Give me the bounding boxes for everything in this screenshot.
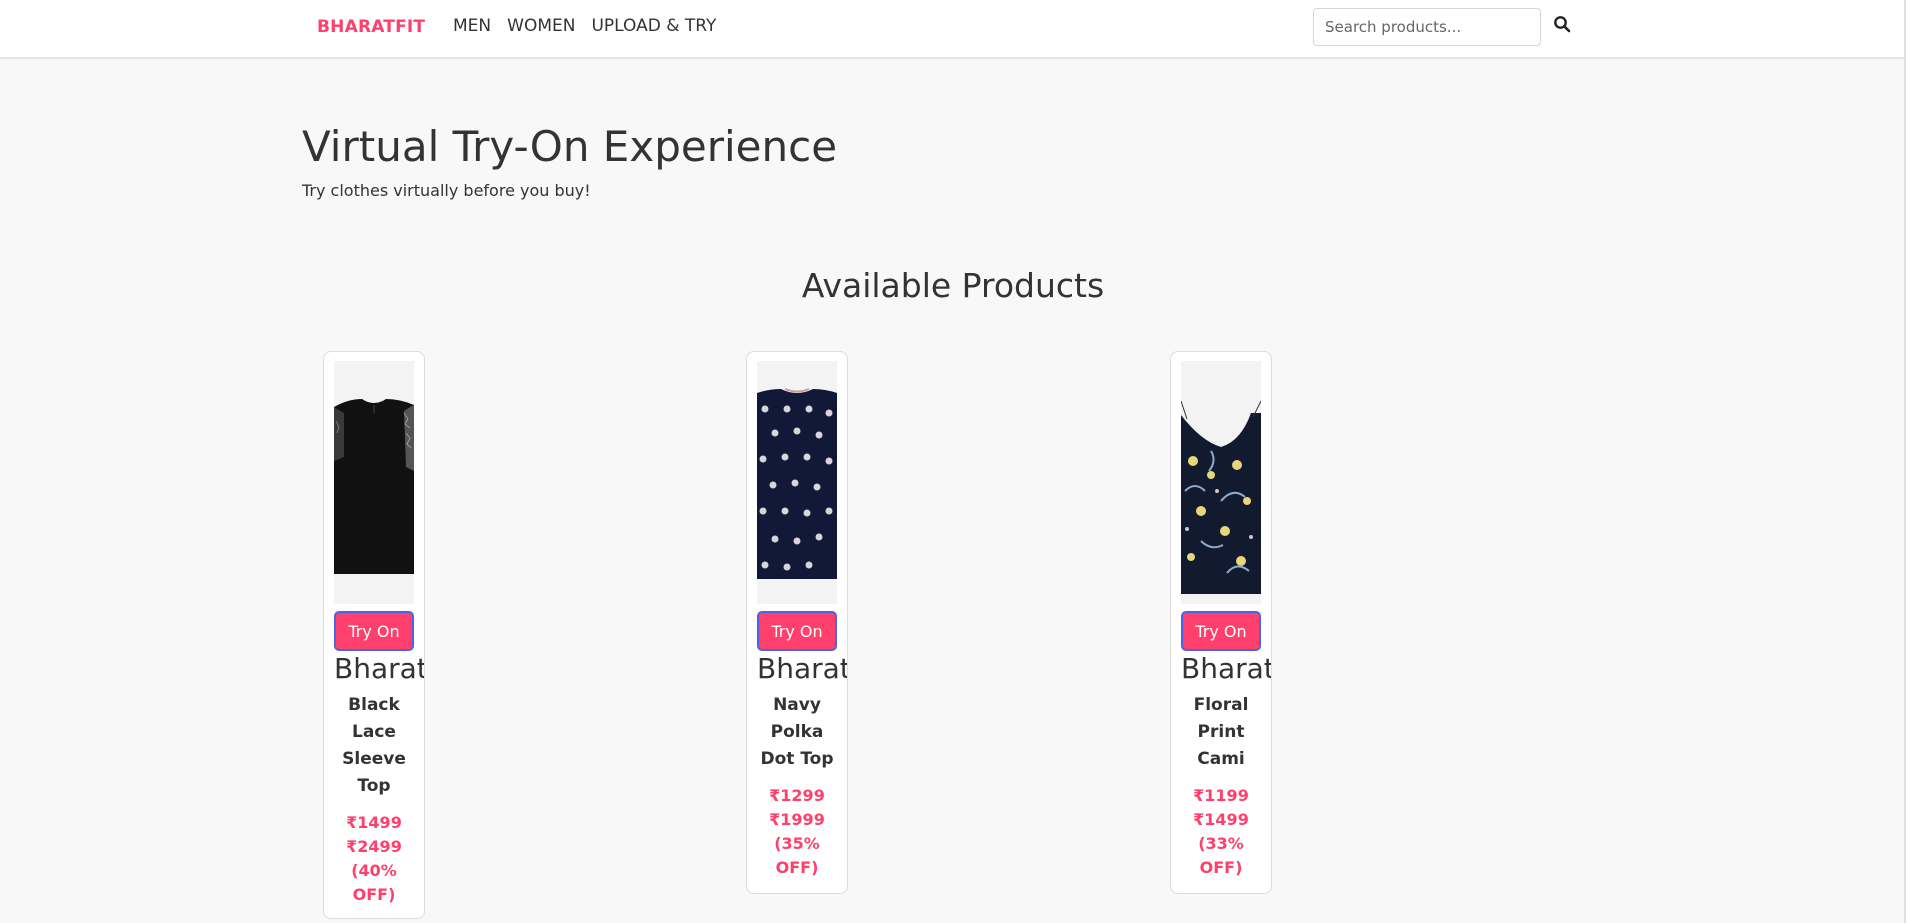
product-price: ₹1199 ₹1499 (33% OFF) [1171, 784, 1271, 880]
section-title: Available Products [801, 266, 1105, 305]
search-icon [1554, 15, 1571, 32]
product-card: Try On BharatFit Floral Print Cami ₹1199… [1170, 351, 1272, 894]
search-button[interactable] [1551, 14, 1573, 36]
brand-logo[interactable]: BHARATFIT [317, 17, 425, 37]
top-navbar: BHARATFIT MEN WOMEN UPLOAD & TRY [0, 0, 1906, 59]
try-on-button[interactable]: Try On [757, 611, 837, 651]
product-price: ₹1499 ₹2499 (40% OFF) [324, 811, 424, 907]
page-title: Virtual Try-On Experience [302, 122, 838, 171]
sale-price: ₹1299 [769, 786, 825, 805]
main-nav: MEN WOMEN UPLOAD & TRY [453, 16, 716, 36]
product-card: Try On BharatFit Navy Polka Dot Top ₹129… [746, 351, 848, 894]
original-price: ₹2499 [346, 837, 402, 856]
product-brand: BharatFit [334, 652, 425, 685]
product-brand: BharatFit [1181, 652, 1272, 685]
discount-label: (33% OFF) [1198, 834, 1244, 877]
original-price: ₹1499 [1193, 810, 1249, 829]
try-on-button[interactable]: Try On [334, 611, 414, 651]
product-price: ₹1299 ₹1999 (35% OFF) [747, 784, 847, 880]
product-brand: BharatFit [757, 652, 848, 685]
sale-price: ₹1199 [1193, 786, 1249, 805]
product-name: Black Lace Sleeve Top [342, 695, 406, 796]
product-image [1180, 361, 1262, 604]
nav-link-men[interactable]: MEN [453, 16, 491, 36]
product-name: Floral Print Cami [1193, 695, 1249, 769]
discount-label: (35% OFF) [774, 834, 820, 877]
sale-price: ₹1499 [346, 813, 402, 832]
product-card: Try On BharatFit Black Lace Sleeve Top ₹… [323, 351, 425, 919]
discount-label: (40% OFF) [351, 861, 397, 904]
product-image [334, 361, 414, 604]
product-name: Navy Polka Dot Top [760, 695, 834, 769]
nav-link-upload-try[interactable]: UPLOAD & TRY [591, 16, 716, 36]
product-image [757, 361, 837, 604]
nav-link-women[interactable]: WOMEN [507, 16, 575, 36]
try-on-button[interactable]: Try On [1181, 611, 1261, 651]
original-price: ₹1999 [769, 810, 825, 829]
search-input[interactable] [1313, 8, 1541, 46]
page-subtitle: Try clothes virtually before you buy! [302, 181, 591, 200]
